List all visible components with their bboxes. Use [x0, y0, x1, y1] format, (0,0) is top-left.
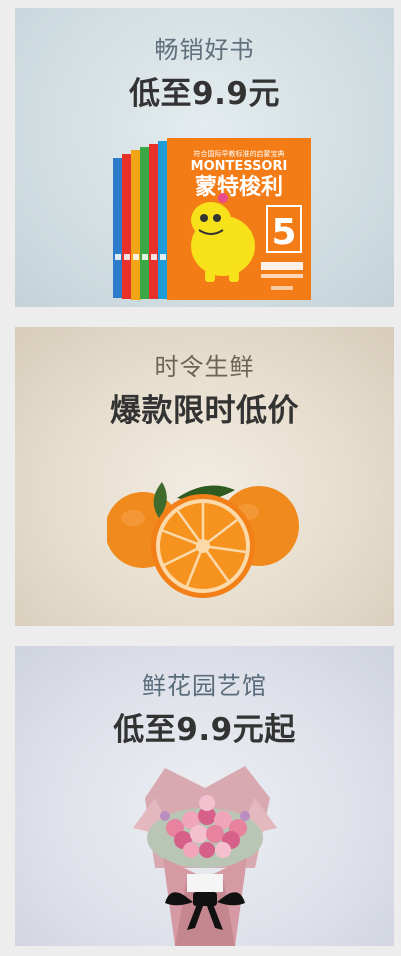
svg-text:蒙特梭利: 蒙特梭利	[195, 174, 283, 200]
card-headline: 低至9.9元起	[113, 712, 296, 748]
svg-text:符合国际早教标准的启蒙宝典: 符合国际早教标准的启蒙宝典	[194, 149, 285, 158]
card-headline: 爆款限时低价	[110, 393, 299, 429]
promo-card-flowers[interactable]: 鲜花园艺馆 低至9.9元起	[15, 646, 394, 946]
svg-text:MONTESSORI: MONTESSORI	[191, 159, 288, 174]
orange-fruit-icon	[107, 482, 299, 598]
promo-card-fresh[interactable]: 时令生鲜 爆款限时低价	[15, 327, 394, 626]
card-headline: 低至9.9元	[129, 76, 280, 112]
promo-card-books[interactable]: 畅销好书 低至9.9元 符合国际早教标准的启蒙宝典 MONTESSORI 蒙特梭…	[15, 8, 394, 307]
flower-bouquet-icon	[133, 766, 277, 946]
card-subtitle: 时令生鲜	[154, 353, 255, 381]
book-set-icon: 符合国际早教标准的启蒙宝典 MONTESSORI 蒙特梭利 5	[113, 138, 311, 300]
card-subtitle: 鲜花园艺馆	[142, 672, 267, 700]
svg-text:5: 5	[271, 212, 296, 253]
card-subtitle: 畅销好书	[154, 36, 255, 64]
